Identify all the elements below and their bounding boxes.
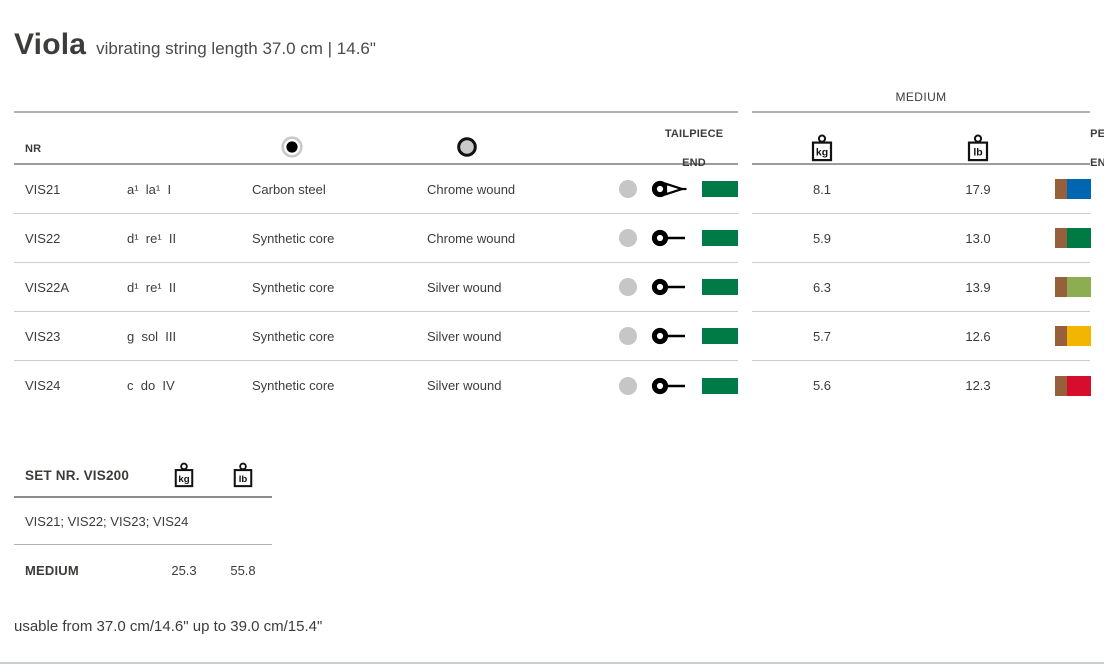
- dot-icon: [619, 229, 637, 247]
- string-note: g sol III: [116, 329, 241, 344]
- string-row: VIS23 g sol III Synthetic core Silver wo…: [14, 312, 738, 361]
- set-lb-value: 55.8: [214, 563, 272, 578]
- set-column-lb: lb: [214, 462, 272, 489]
- tension-kg-value: 5.7: [752, 329, 892, 344]
- kg-weight-icon: kg: [810, 134, 834, 163]
- tension-row: 5.7 12.6: [752, 312, 1090, 361]
- tension-table-body: 8.1 17.9 5.9 13.0 6.3 13.9 5.: [752, 165, 1090, 410]
- string-nr: VIS22A: [14, 280, 116, 295]
- column-header-tailpiece-end: TAILPIECE END: [614, 113, 738, 184]
- peg-color-swatch: [1055, 376, 1091, 396]
- kg-weight-icon: kg: [173, 462, 195, 489]
- string-core: Synthetic core: [241, 231, 416, 246]
- column-header-kg: kg: [752, 134, 892, 163]
- string-note: a¹ la¹ I: [116, 182, 241, 197]
- tension-table: MEDIUM kg lb PEG END: [752, 86, 1090, 410]
- tension-row: 6.3 13.9: [752, 263, 1090, 312]
- set-table: SET NR. VIS200 kg lb VIS21; VIS22; VIS23…: [14, 455, 272, 595]
- string-core: Carbon steel: [241, 182, 416, 197]
- string-core: Synthetic core: [241, 378, 416, 393]
- string-note: d¹ re¹ II: [116, 280, 241, 295]
- winding-icon: [456, 136, 478, 158]
- tension-lb-value: 13.9: [892, 280, 1064, 295]
- loop-end-icon: [651, 179, 689, 199]
- string-nr: VIS22: [14, 231, 116, 246]
- tension-lb-value: 13.0: [892, 231, 1064, 246]
- viola-string-spec-page: Viola vibrating string length 37.0 cm | …: [0, 0, 1104, 664]
- silk-color-swatch: [702, 279, 738, 295]
- peg-color-swatch: [1055, 228, 1091, 248]
- string-nr: VIS24: [14, 378, 116, 393]
- svg-text:lb: lb: [239, 474, 248, 485]
- set-column-kg: kg: [154, 462, 214, 489]
- tension-lb-value: 17.9: [892, 182, 1064, 197]
- svg-text:kg: kg: [178, 474, 189, 485]
- silk-color-swatch: [702, 378, 738, 394]
- page-header: Viola vibrating string length 37.0 cm | …: [14, 28, 376, 62]
- string-winding: Chrome wound: [416, 182, 614, 197]
- set-gauge-label: MEDIUM: [14, 563, 154, 578]
- column-header-lb: lb: [892, 134, 1064, 163]
- gauge-header: MEDIUM: [752, 86, 1090, 111]
- tension-row: 5.6 12.3: [752, 361, 1090, 410]
- tension-table-header: kg lb PEG END: [752, 111, 1090, 165]
- ball-end-icon: [651, 277, 689, 297]
- tension-row: 8.1 17.9: [752, 165, 1090, 214]
- dot-icon: [619, 180, 637, 198]
- set-strings-list: VIS21; VIS22; VIS23; VIS24: [14, 514, 272, 529]
- silk-color-swatch: [702, 181, 738, 197]
- silk-color-swatch: [702, 328, 738, 344]
- string-note: d¹ re¹ II: [116, 231, 241, 246]
- peg-color-swatch: [1055, 179, 1091, 199]
- set-tension-row: MEDIUM 25.3 55.8: [14, 545, 272, 595]
- usable-length-note: usable from 37.0 cm/14.6" up to 39.0 cm/…: [14, 618, 322, 635]
- tension-kg-value: 6.3: [752, 280, 892, 295]
- set-title: SET NR. VIS200: [14, 468, 154, 483]
- string-row: VIS22 d¹ re¹ II Synthetic core Chrome wo…: [14, 214, 738, 263]
- lb-weight-icon: lb: [966, 134, 990, 163]
- set-table-header: SET NR. VIS200 kg lb: [14, 455, 272, 498]
- peg-color-swatch: [1055, 326, 1091, 346]
- column-header-core: [241, 121, 416, 176]
- tension-kg-value: 5.6: [752, 378, 892, 393]
- string-core: Synthetic core: [241, 280, 416, 295]
- lb-weight-icon: lb: [232, 462, 254, 489]
- tension-lb-value: 12.3: [892, 378, 1064, 393]
- ball-end-icon: [651, 228, 689, 248]
- core-icon: [281, 136, 303, 158]
- dot-icon: [619, 278, 637, 296]
- svg-text:kg: kg: [816, 147, 828, 159]
- silk-color-swatch: [702, 230, 738, 246]
- string-winding: Silver wound: [416, 329, 614, 344]
- svg-text:lb: lb: [973, 147, 982, 159]
- string-row: VIS24 c do IV Synthetic core Silver woun…: [14, 361, 738, 410]
- tension-kg-value: 8.1: [752, 182, 892, 197]
- dot-icon: [619, 377, 637, 395]
- ball-end-icon: [651, 326, 689, 346]
- string-row: VIS22A d¹ re¹ II Synthetic core Silver w…: [14, 263, 738, 312]
- column-header-peg-end: PEG END: [1064, 113, 1090, 184]
- column-header-nr: NR: [14, 142, 116, 156]
- tension-lb-value: 12.6: [892, 329, 1064, 344]
- tension-kg-value: 5.9: [752, 231, 892, 246]
- string-winding: Silver wound: [416, 378, 614, 393]
- set-strings-row: VIS21; VIS22; VIS23; VIS24: [14, 498, 272, 545]
- strings-table-header: NR TAILPIECE END: [14, 111, 738, 165]
- page-subtitle: vibrating string length 37.0 cm | 14.6": [96, 39, 376, 59]
- string-core: Synthetic core: [241, 329, 416, 344]
- string-note: c do IV: [116, 378, 241, 393]
- dot-icon: [619, 327, 637, 345]
- column-header-winding: [416, 121, 614, 176]
- string-winding: Chrome wound: [416, 231, 614, 246]
- ball-end-icon: [651, 376, 689, 396]
- page-title: Viola: [14, 28, 86, 62]
- set-kg-value: 25.3: [154, 563, 214, 578]
- string-nr: VIS23: [14, 329, 116, 344]
- strings-table-body: VIS21 a¹ la¹ I Carbon steel Chrome wound…: [14, 165, 738, 410]
- string-winding: Silver wound: [416, 280, 614, 295]
- peg-color-swatch: [1055, 277, 1091, 297]
- tension-row: 5.9 13.0: [752, 214, 1090, 263]
- strings-table: NR TAILPIECE END VIS21 a¹ la¹ I Carbon: [14, 111, 738, 410]
- string-nr: VIS21: [14, 182, 116, 197]
